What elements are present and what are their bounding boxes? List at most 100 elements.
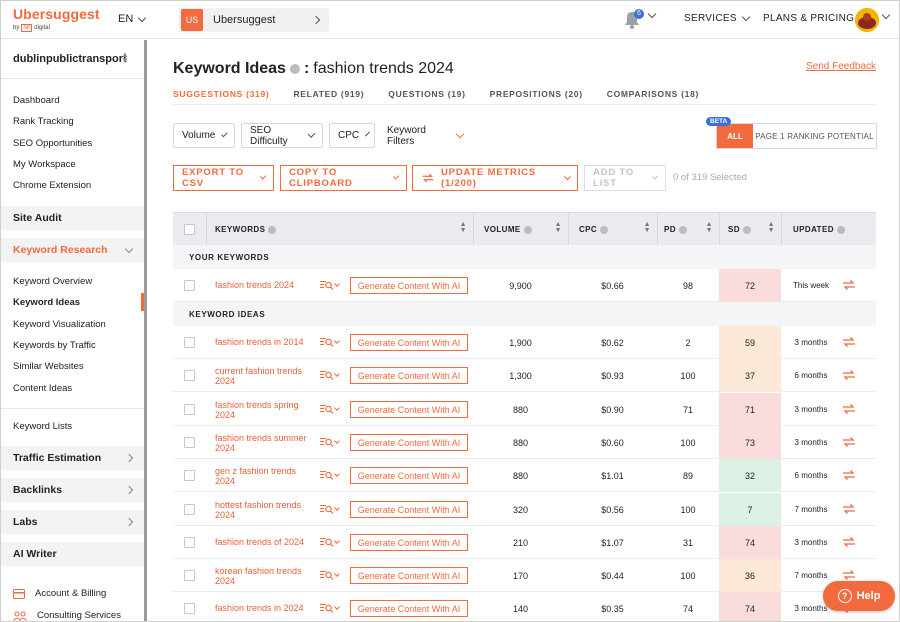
- sidebar-item-traffic-estimation[interactable]: Traffic Estimation: [1, 446, 144, 470]
- info-icon[interactable]: [742, 225, 751, 234]
- seo-difficulty-filter[interactable]: SEO Difficulty: [241, 123, 323, 148]
- refresh-icon[interactable]: [842, 336, 856, 348]
- sidebar-item-dashboard[interactable]: Dashboard: [13, 95, 59, 106]
- generate-ai-button[interactable]: Generate Content With AI: [350, 277, 468, 294]
- sidebar-item-content-ideas[interactable]: Content Ideas: [13, 383, 72, 394]
- keyword-link[interactable]: fashion trends in 2014: [215, 337, 313, 347]
- table-row[interactable]: fashion trends in 2014 Generate Content W…: [173, 326, 876, 359]
- generate-ai-button[interactable]: Generate Content With AI: [350, 334, 468, 351]
- table-row[interactable]: fashion trends summer 2024 Generate Conte…: [173, 426, 876, 459]
- tab-suggestions[interactable]: SUGGESTIONS (319): [173, 89, 269, 99]
- keyword-link[interactable]: current fashion trends 2024: [215, 366, 313, 386]
- column-sd[interactable]: SD ▲ ▼: [728, 213, 781, 246]
- cpc-filter[interactable]: CPC: [329, 123, 375, 148]
- toggle-page1-ranking[interactable]: PAGE 1 RANKING POTENTIAL: [753, 124, 876, 148]
- table-row[interactable]: hottest fashion trends 2024 Generate Cont…: [173, 493, 876, 526]
- sidebar-item-seo-opportunities[interactable]: SEO Opportunities: [13, 138, 92, 149]
- keyword-search-icon[interactable]: [320, 437, 340, 447]
- row-checkbox[interactable]: [184, 370, 195, 381]
- keyword-search-icon[interactable]: [320, 470, 340, 480]
- sidebar-item-similar-websites[interactable]: Similar Websites: [13, 361, 84, 372]
- table-row[interactable]: current fashion trends 2024 Generate Cont…: [173, 359, 876, 392]
- keyword-link[interactable]: fashion trends summer 2024: [215, 433, 313, 453]
- table-row[interactable]: korean fashion trends 2024 Generate Conte…: [173, 559, 876, 592]
- table-row[interactable]: fashion trends spring 2024 Generate Conte…: [173, 393, 876, 426]
- refresh-icon[interactable]: [842, 279, 856, 291]
- export-csv-button[interactable]: EXPORT TO CSV: [173, 165, 274, 191]
- keyword-search-icon[interactable]: [320, 404, 340, 414]
- info-icon[interactable]: [836, 225, 845, 234]
- generate-ai-button[interactable]: Generate Content With AI: [350, 434, 468, 451]
- select-all-checkbox[interactable]: [184, 224, 195, 235]
- add-to-list-button[interactable]: ADD TO LIST: [584, 165, 666, 191]
- sidebar-item-keywords-by-traffic[interactable]: Keywords by Traffic: [13, 340, 96, 351]
- avatar[interactable]: [855, 8, 879, 32]
- row-checkbox[interactable]: [184, 603, 195, 614]
- sidebar-item-keyword-overview[interactable]: Keyword Overview: [13, 276, 92, 287]
- table-row[interactable]: gen z fashion trends 2024 Generate Conten…: [173, 459, 876, 492]
- keyword-search-icon[interactable]: [320, 570, 340, 580]
- generate-ai-button[interactable]: Generate Content With AI: [350, 467, 468, 484]
- keyword-link[interactable]: korean fashion trends 2024: [215, 566, 313, 586]
- table-row[interactable]: fashion trends of 2024 Generate Content W…: [173, 526, 876, 559]
- sidebar-item-chrome-extension[interactable]: Chrome Extension: [13, 180, 91, 191]
- sidebar-item-site-audit[interactable]: Site Audit: [1, 206, 144, 230]
- toggle-all[interactable]: ALL: [717, 124, 753, 148]
- refresh-icon[interactable]: [842, 503, 856, 515]
- keyword-search-icon[interactable]: [320, 504, 340, 514]
- sidebar-item-keyword-research[interactable]: Keyword Research: [1, 238, 144, 262]
- sidebar-item-keyword-visualization[interactable]: Keyword Visualization: [13, 319, 106, 330]
- sidebar-item-ai-writer[interactable]: AI Writer: [1, 542, 144, 566]
- row-checkbox[interactable]: [184, 437, 195, 448]
- table-row[interactable]: fashion trends 2024 Generate Content Wit…: [173, 269, 876, 302]
- keyword-search-icon[interactable]: [320, 537, 340, 547]
- keyword-search-icon[interactable]: [320, 370, 340, 380]
- keyword-link[interactable]: fashion trends of 2024: [215, 537, 313, 547]
- keyword-link[interactable]: fashion trends 2024: [215, 280, 313, 290]
- domain-selector[interactable]: dublinpublictransport: [13, 53, 128, 65]
- refresh-icon[interactable]: [842, 369, 856, 381]
- keyword-search-icon[interactable]: [320, 280, 340, 290]
- column-updated[interactable]: UPDATED: [793, 213, 873, 246]
- info-icon[interactable]: [268, 225, 277, 234]
- refresh-icon[interactable]: [842, 436, 856, 448]
- update-metrics-button[interactable]: UPDATE METRICS (1/200): [412, 165, 578, 191]
- info-icon[interactable]: [678, 225, 687, 234]
- sidebar-item-my-workspace[interactable]: My Workspace: [13, 159, 76, 170]
- row-checkbox[interactable]: [184, 280, 195, 291]
- chevron-down-icon[interactable]: [881, 10, 891, 20]
- info-icon[interactable]: [600, 225, 609, 234]
- generate-ai-button[interactable]: Generate Content With AI: [350, 367, 468, 384]
- column-pd[interactable]: PD ▲ ▼: [664, 213, 719, 246]
- row-checkbox[interactable]: [184, 404, 195, 415]
- keyword-link[interactable]: gen z fashion trends 2024: [215, 466, 313, 486]
- plans-pricing-link[interactable]: PLANS & PRICING: [763, 13, 854, 24]
- keyword-link[interactable]: fashion trends in 2024: [215, 603, 313, 613]
- volume-filter[interactable]: Volume: [173, 123, 235, 148]
- sidebar-item-labs[interactable]: Labs: [1, 510, 144, 534]
- refresh-icon[interactable]: [842, 536, 856, 548]
- generate-ai-button[interactable]: Generate Content With AI: [350, 401, 468, 418]
- generate-ai-button[interactable]: Generate Content With AI: [350, 567, 468, 584]
- info-icon[interactable]: [289, 64, 300, 74]
- sidebar-item-rank-tracking[interactable]: Rank Tracking: [13, 116, 74, 127]
- column-cpc[interactable]: CPC ▲ ▼: [579, 213, 657, 246]
- tab-related[interactable]: RELATED (919): [293, 89, 364, 99]
- help-button[interactable]: ? Help: [823, 581, 895, 611]
- copy-clipboard-button[interactable]: COPY TO CLIPBOARD: [280, 165, 407, 191]
- project-selector[interactable]: US Ubersuggest: [179, 8, 329, 32]
- keyword-link[interactable]: hottest fashion trends 2024: [215, 500, 313, 520]
- column-volume[interactable]: VOLUME ▲ ▼: [484, 213, 568, 246]
- refresh-icon[interactable]: [842, 469, 856, 481]
- row-checkbox[interactable]: [184, 470, 195, 481]
- logo[interactable]: Ubersuggest by NP digital: [13, 6, 100, 32]
- row-checkbox[interactable]: [184, 570, 195, 581]
- tab-questions[interactable]: QUESTIONS (19): [388, 89, 465, 99]
- column-keywords[interactable]: KEYWORDS ▲ ▼: [215, 213, 473, 246]
- refresh-icon[interactable]: [842, 403, 856, 415]
- sidebar-item-consulting[interactable]: Consulting Services: [13, 610, 121, 621]
- keyword-link[interactable]: fashion trends spring 2024: [215, 400, 313, 420]
- sidebar-item-account-billing[interactable]: Account & Billing: [13, 588, 106, 599]
- language-selector[interactable]: EN: [118, 13, 147, 25]
- keyword-search-icon[interactable]: [320, 603, 340, 613]
